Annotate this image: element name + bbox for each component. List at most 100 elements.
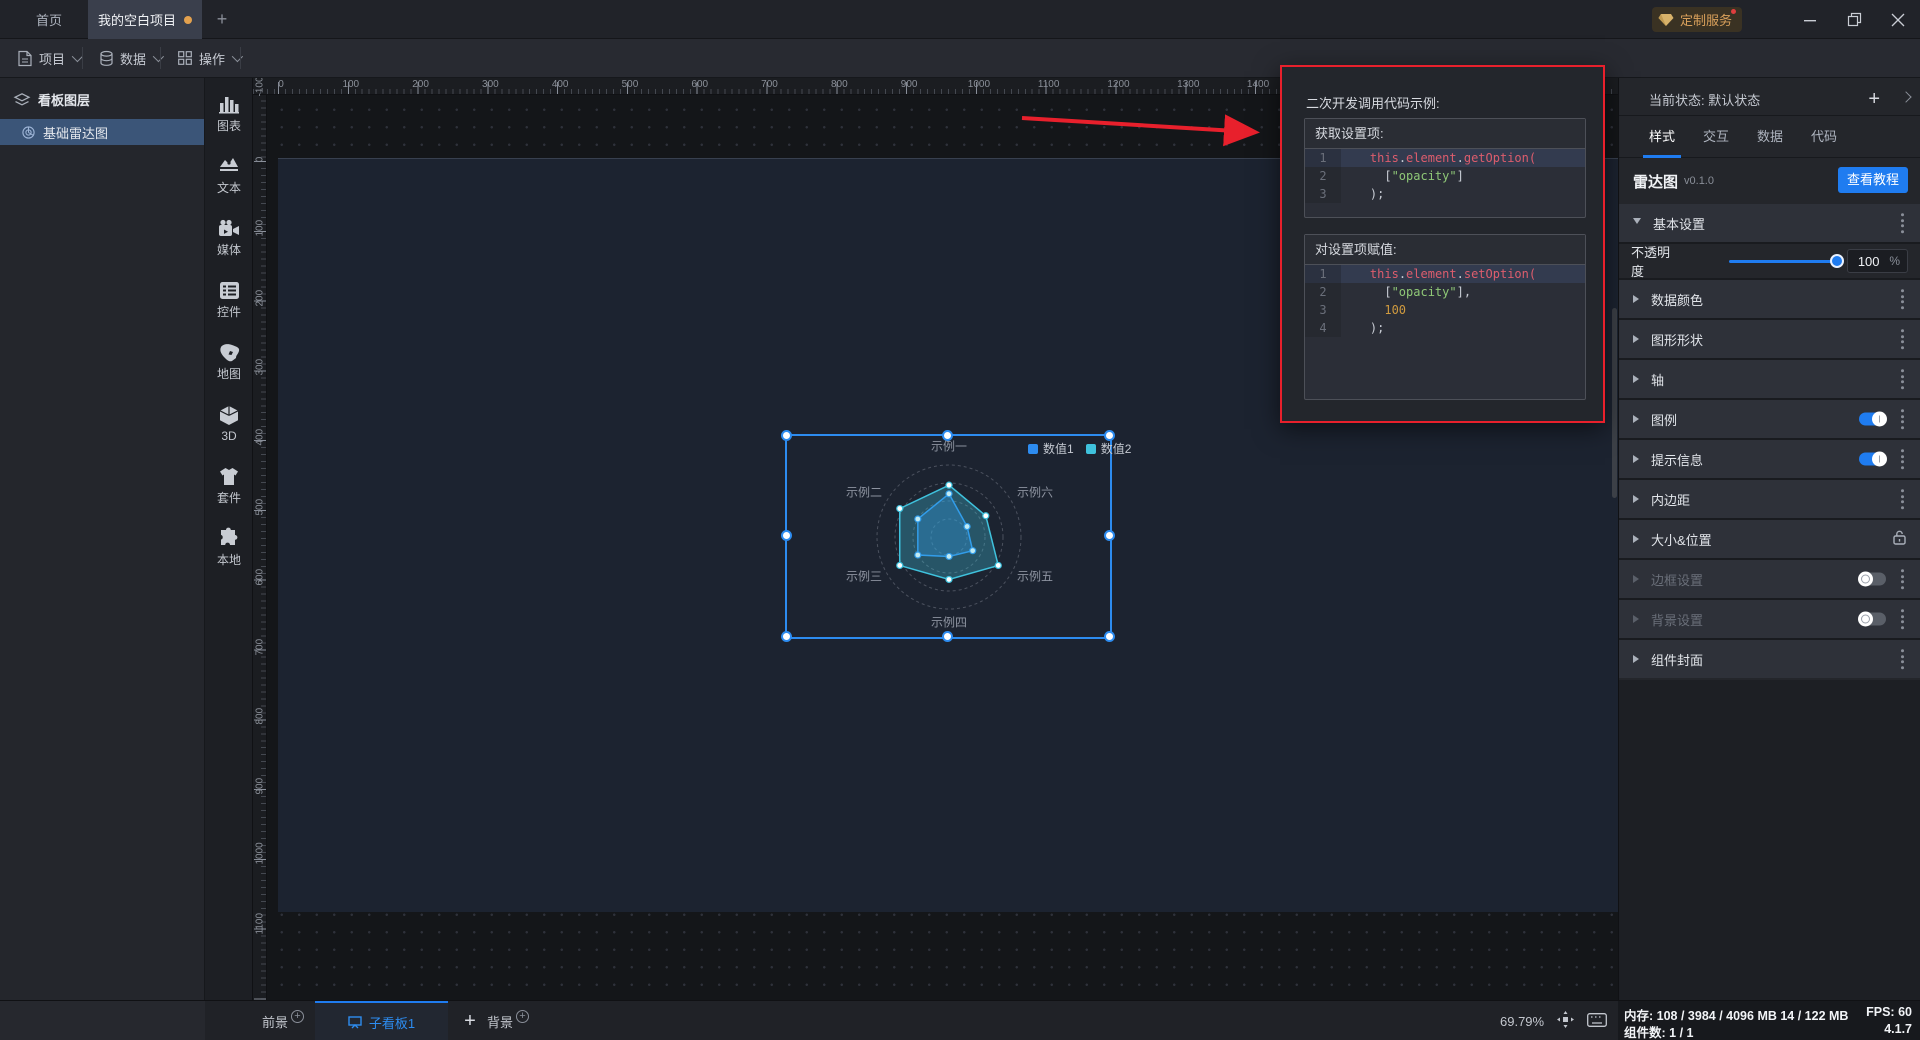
foreground-button[interactable]: 前景 + bbox=[262, 1001, 305, 1040]
close-button[interactable] bbox=[1876, 0, 1920, 39]
palette-item-label: 地图 bbox=[216, 366, 241, 381]
inspector-tab-2[interactable]: 交互 bbox=[1703, 116, 1729, 158]
section-9[interactable]: 边框设置 bbox=[1619, 560, 1920, 598]
palette-item-label: 套件 bbox=[216, 490, 241, 505]
ruler-label: 600 bbox=[254, 568, 266, 586]
section-6[interactable]: 提示信息 bbox=[1619, 440, 1920, 478]
palette-item-2[interactable]: 文本 bbox=[205, 150, 253, 202]
opacity-slider[interactable] bbox=[1728, 254, 1844, 268]
ruler-label: 1000 bbox=[254, 842, 266, 865]
selection-box[interactable] bbox=[780, 429, 1115, 642]
chevron-right-icon bbox=[1633, 575, 1639, 583]
canvas-scrollbar[interactable] bbox=[1612, 308, 1617, 498]
menu-project[interactable]: 项目 bbox=[8, 39, 90, 77]
maximize-button[interactable] bbox=[1832, 0, 1876, 39]
section-menu-icon[interactable] bbox=[1901, 289, 1904, 309]
code-line: 1 this. element. getOption( bbox=[1305, 149, 1585, 167]
ruler-label: 800 bbox=[830, 79, 848, 90]
section-8[interactable]: 大小&位置 bbox=[1619, 520, 1920, 558]
palette-item-8[interactable]: 本地 bbox=[205, 522, 253, 574]
background-button[interactable]: 背景 + bbox=[487, 1001, 530, 1040]
tutorial-button[interactable]: 查看教程 bbox=[1837, 167, 1908, 193]
palette-item-6[interactable]: 3D bbox=[205, 398, 253, 450]
palette-item-1[interactable]: 图表 bbox=[205, 88, 253, 140]
palette-item-label: 图表 bbox=[216, 119, 241, 133]
opacity-value-box[interactable]: 100% bbox=[1847, 249, 1908, 273]
radar-axis-label: 示例二 bbox=[845, 485, 883, 500]
palette-item-3[interactable]: 媒体 bbox=[205, 212, 253, 264]
component-count: 组件数: 1 / 1 bbox=[1624, 1026, 1694, 1040]
section-menu-icon[interactable] bbox=[1901, 409, 1904, 429]
chevron-right-icon[interactable] bbox=[1900, 91, 1912, 103]
inspector-tab-1[interactable]: 样式 bbox=[1642, 116, 1682, 158]
toggle-off[interactable] bbox=[1858, 611, 1886, 627]
section-menu-icon[interactable] bbox=[1901, 213, 1904, 233]
inspector-tab-4[interactable]: 代码 bbox=[1811, 116, 1837, 158]
add-background-icon[interactable]: + bbox=[516, 1009, 530, 1023]
inspector-tab-3[interactable]: 数据 bbox=[1757, 116, 1783, 158]
legend-item: 数值1 bbox=[1028, 440, 1074, 457]
keyboard-shortcuts-button[interactable] bbox=[1587, 1012, 1608, 1030]
section-10[interactable]: 背景设置 bbox=[1619, 600, 1920, 638]
selection-handle[interactable] bbox=[780, 429, 792, 441]
chevron-right-icon bbox=[1633, 455, 1639, 463]
tab-project[interactable]: 我的空白项目 bbox=[88, 0, 202, 39]
add-state-button[interactable]: + bbox=[1868, 88, 1880, 111]
section-label: 背景设置 bbox=[1651, 612, 1704, 628]
section-menu-icon[interactable] bbox=[1901, 489, 1904, 509]
selection-handle[interactable] bbox=[780, 630, 792, 642]
section-menu-icon[interactable] bbox=[1901, 329, 1904, 349]
chevron-right-icon bbox=[1633, 655, 1639, 663]
section-menu-icon[interactable] bbox=[1901, 609, 1904, 629]
section-menu-icon[interactable] bbox=[1901, 369, 1904, 389]
palette-item-5[interactable]: 地图 bbox=[205, 336, 253, 388]
ruler-label: 300 bbox=[254, 359, 266, 376]
cube-icon bbox=[219, 405, 239, 426]
menu-operations[interactable]: 操作 bbox=[168, 39, 250, 77]
new-tab-button[interactable]: + bbox=[212, 9, 232, 29]
selection-handle[interactable] bbox=[942, 630, 953, 642]
section-3[interactable]: 图形形状 bbox=[1619, 320, 1920, 358]
custom-service-button[interactable]: 定制服务 bbox=[1651, 7, 1742, 32]
selection-handle[interactable] bbox=[1103, 530, 1115, 541]
palette-item-7[interactable]: 套件 bbox=[205, 460, 253, 512]
minimize-button[interactable] bbox=[1788, 0, 1832, 39]
slider-knob[interactable] bbox=[1830, 254, 1844, 268]
tab-home-label: 首页 bbox=[35, 13, 62, 28]
menu-data[interactable]: 数据 bbox=[90, 39, 171, 77]
fit-view-button[interactable] bbox=[1557, 1011, 1575, 1031]
section-menu-icon[interactable] bbox=[1901, 449, 1904, 469]
puzzle-icon bbox=[219, 527, 239, 548]
board-tab[interactable]: 子看板1 bbox=[315, 1001, 448, 1040]
lock-icon[interactable] bbox=[1893, 530, 1906, 548]
palette-item-4[interactable]: 控件 bbox=[205, 274, 253, 326]
text-icon bbox=[218, 157, 240, 176]
selection-handle[interactable] bbox=[1103, 630, 1115, 642]
section-11[interactable]: 组件封面 bbox=[1619, 640, 1920, 678]
section-7[interactable]: 内边距 bbox=[1619, 480, 1920, 518]
section-label: 组件封面 bbox=[1651, 652, 1704, 668]
toggle-on[interactable] bbox=[1859, 411, 1887, 427]
ruler-label: 1300 bbox=[1177, 79, 1200, 90]
zoom-level: 69.79% bbox=[1500, 1013, 1545, 1029]
section-5[interactable]: 图例 bbox=[1619, 400, 1920, 438]
tab-home[interactable]: 首页 bbox=[10, 0, 88, 39]
section-menu-icon[interactable] bbox=[1901, 649, 1904, 669]
vertical-ruler: -100 0 100 200 300 400 500 600 700 800 900 1000 1100 bbox=[253, 78, 267, 1000]
layer-item-radar[interactable]: 基础雷达图 bbox=[0, 119, 204, 145]
add-board-button[interactable]: + bbox=[458, 1009, 482, 1033]
toggle-on[interactable] bbox=[1859, 451, 1887, 467]
section-4[interactable]: 轴 bbox=[1619, 360, 1920, 398]
window-tab-bar: 首页 我的空白项目 + 定制服务 bbox=[0, 0, 1920, 39]
inspector-sections: 基本设置 不透明度 100% 数据颜色 图形形状轴图例 提示信息 内边距 大小&位置 边框设置背… bbox=[1619, 204, 1920, 678]
section-2[interactable]: 数据颜色 bbox=[1619, 280, 1920, 318]
code-block-get: 获取设置项: 1 this. element. getOption(2 ["opac… bbox=[1304, 118, 1586, 218]
selection-handle[interactable] bbox=[780, 530, 792, 541]
custom-service-label: 定制服务 bbox=[1679, 13, 1732, 28]
add-foreground-icon[interactable]: + bbox=[291, 1009, 305, 1023]
selection-handle[interactable] bbox=[1103, 429, 1115, 441]
code-lines: 1 this. element. getOption(2 ["opacity"] 3 … bbox=[1305, 149, 1585, 203]
section-1[interactable]: 基本设置 bbox=[1619, 204, 1920, 242]
toggle-off[interactable] bbox=[1858, 571, 1886, 587]
section-menu-icon[interactable] bbox=[1901, 569, 1904, 589]
